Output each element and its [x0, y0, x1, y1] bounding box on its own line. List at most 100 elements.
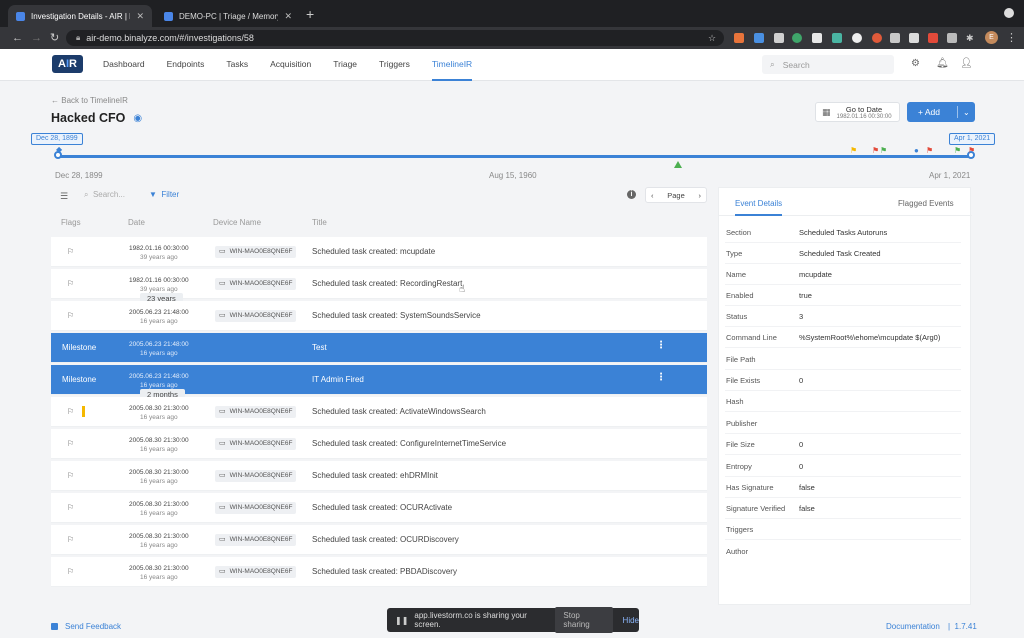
extension-icon[interactable]	[909, 33, 919, 43]
column-date[interactable]: Date	[128, 218, 145, 227]
device-badge[interactable]: ▭ WIN-MAO0E8QNE6F	[215, 406, 297, 418]
flag-outline-icon[interactable]: ⚐	[67, 407, 74, 416]
tab-event-details[interactable]: Event Details	[735, 199, 783, 216]
milestone-row[interactable]: Milestone 2005.06.23 21:48:00 16 years ag…	[51, 333, 707, 363]
column-flags[interactable]: Flags	[61, 218, 81, 227]
table-row[interactable]: ⚐ 2005.08.30 21:30:00 16 years ago ▭ WIN-M…	[51, 397, 707, 427]
timeline-start-chip[interactable]: Dec 28, 1899	[31, 133, 83, 145]
table-row[interactable]: ⚐ 2005.08.30 21:30:00 16 years ago ▭ WIN-M…	[51, 429, 707, 459]
flag-outline-icon[interactable]: ⚐	[67, 247, 74, 256]
tab-flagged-events[interactable]: Flagged Events	[898, 199, 954, 208]
send-feedback-link[interactable]: Send Feedback	[51, 622, 121, 631]
table-row[interactable]: ⚐ 2005.06.23 21:48:00 16 years ago ▭ WIN-M…	[51, 301, 707, 331]
flag-icon[interactable]: ⚑	[880, 147, 887, 155]
extension-icon[interactable]	[890, 33, 900, 43]
kebab-menu-icon[interactable]: ⋮	[1006, 31, 1017, 45]
new-tab-icon[interactable]: +	[306, 7, 314, 21]
settings-gear-icon[interactable]: ⚙	[911, 59, 920, 69]
nav-timelineir[interactable]: TimelineIR	[431, 49, 473, 81]
extension-icon[interactable]	[812, 33, 822, 43]
more-options-icon[interactable]: ⋮	[656, 341, 666, 351]
chevron-down-icon[interactable]: ⌄	[958, 108, 970, 117]
user-icon[interactable]: 👤︎	[960, 59, 973, 69]
profile-avatar[interactable]: E	[985, 31, 998, 44]
extension-icon[interactable]	[872, 33, 882, 43]
browser-tab-investigation[interactable]: Investigation Details - AIR | Bin ✕	[8, 5, 152, 27]
close-tab-icon[interactable]: ✕	[284, 11, 292, 22]
extensions-puzzle-icon[interactable]: ✱	[966, 31, 974, 45]
eye-icon[interactable]: ◉	[133, 113, 142, 124]
reload-icon[interactable]: ↻	[50, 31, 59, 45]
extension-icon[interactable]	[734, 33, 744, 43]
table-row[interactable]: ⚐ 2005.08.30 21:30:00 16 years ago ▭ WIN-M…	[51, 461, 707, 491]
nav-triage[interactable]: Triage	[333, 49, 357, 81]
add-button[interactable]: + Add ⌄	[907, 102, 975, 122]
nav-endpoints[interactable]: Endpoints	[167, 49, 205, 81]
device-badge[interactable]: ▭ WIN-MAO0E8QNE6F	[215, 246, 297, 258]
device-badge[interactable]: ▭ WIN-MAO0E8QNE6F	[215, 278, 297, 290]
table-row[interactable]: ⚐ 2005.08.30 21:30:00 16 years ago ▭ WIN-M…	[51, 525, 707, 555]
extension-icon[interactable]	[754, 33, 764, 43]
browser-tab-demo-pc[interactable]: DEMO-PC | Triage / Memory | Y ✕	[156, 5, 300, 27]
forward-arrow-icon[interactable]: →	[31, 31, 42, 45]
flag-outline-icon[interactable]: ⚐	[67, 503, 74, 512]
nav-acquisition[interactable]: Acquisition	[270, 49, 311, 81]
bookmark-star-icon[interactable]: ☆	[708, 31, 716, 45]
device-badge[interactable]: ▭ WIN-MAO0E8QNE6F	[215, 470, 297, 482]
flag-icon[interactable]: ⚑	[850, 147, 857, 155]
column-device-name[interactable]: Device Name	[213, 218, 261, 227]
extension-icon[interactable]	[832, 33, 842, 43]
extension-icon[interactable]	[792, 33, 802, 43]
extension-icon[interactable]	[852, 33, 862, 43]
device-badge[interactable]: ▭ WIN-MAO0E8QNE6F	[215, 502, 297, 514]
table-search-input[interactable]: ⌕ Search...	[84, 190, 125, 200]
table-row[interactable]: ⚐ 2005.08.30 21:30:00 16 years ago ▭ WIN-M…	[51, 557, 707, 587]
flag-outline-icon[interactable]: ⚐	[67, 279, 74, 288]
flag-icon[interactable]: ⚑	[968, 147, 975, 155]
chevron-left-icon[interactable]: ‹	[651, 191, 654, 200]
timeline-marker-icon[interactable]: ◆	[56, 146, 62, 154]
go-to-date-button[interactable]: ▦ Go to Date 1982.01.16 00:30:00	[815, 102, 900, 122]
flag-icon[interactable]: ⚑	[954, 147, 961, 155]
flag-outline-icon[interactable]: ⚐	[67, 439, 74, 448]
stop-sharing-button[interactable]: Stop sharing	[555, 607, 613, 633]
back-arrow-icon[interactable]: ←	[12, 31, 23, 45]
more-options-icon[interactable]: ⋮	[656, 373, 666, 383]
device-badge[interactable]: ▭ WIN-MAO0E8QNE6F	[215, 310, 297, 322]
device-badge[interactable]: ▭ WIN-MAO0E8QNE6F	[215, 438, 297, 450]
table-row[interactable]: ⚐ 1982.01.16 00:30:00 39 years ago ▭ WIN-M…	[51, 237, 707, 267]
device-badge[interactable]: ▭ WIN-MAO0E8QNE6F	[215, 566, 297, 578]
flag-outline-icon[interactable]: ⚐	[67, 567, 74, 576]
notifications-bell-icon[interactable]: 🔔︎	[936, 59, 949, 69]
nav-triggers[interactable]: Triggers	[379, 49, 410, 81]
close-tab-icon[interactable]: ✕	[136, 11, 144, 22]
device-badge[interactable]: ▭ WIN-MAO0E8QNE6F	[215, 534, 297, 546]
back-link[interactable]: ← Back to TimelineIR	[51, 96, 128, 105]
extension-icon[interactable]	[947, 33, 957, 43]
list-view-icon[interactable]: ☰	[60, 191, 68, 202]
nav-dashboard[interactable]: Dashboard	[103, 49, 145, 81]
extension-icon[interactable]	[774, 33, 784, 43]
flag-icon[interactable]: ●	[914, 147, 919, 155]
browser-menu-icon[interactable]	[1004, 8, 1014, 18]
air-logo[interactable]: AIR	[52, 55, 83, 73]
global-search-input[interactable]: ⌕ Search	[762, 55, 894, 74]
timeline-current-position-marker[interactable]	[674, 161, 682, 168]
nav-tasks[interactable]: Tasks	[226, 49, 248, 81]
flag-icon[interactable]: ⚑	[872, 147, 879, 155]
hide-button[interactable]: Hide	[623, 616, 639, 625]
column-title[interactable]: Title	[312, 218, 327, 227]
flag-outline-icon[interactable]: ⚐	[67, 535, 74, 544]
extension-icon[interactable]	[928, 33, 938, 43]
timeline-end-chip[interactable]: Apr 1, 2021	[949, 133, 996, 145]
filter-button[interactable]: ▼ Filter	[149, 190, 179, 199]
chevron-right-icon[interactable]: ›	[699, 191, 702, 200]
address-bar[interactable]: 🔒︎ air-demo.binalyze.com/#/investigation…	[66, 30, 724, 46]
flag-outline-icon[interactable]: ⚐	[67, 311, 74, 320]
flag-icon[interactable]: ⚑	[926, 147, 933, 155]
timeline-track[interactable]	[57, 155, 974, 158]
documentation-link[interactable]: Documentation	[886, 622, 940, 631]
flag-outline-icon[interactable]: ⚐	[67, 471, 74, 480]
info-icon[interactable]: i	[627, 190, 636, 199]
table-row[interactable]: ⚐ 2005.08.30 21:30:00 16 years ago ▭ WIN-M…	[51, 493, 707, 523]
